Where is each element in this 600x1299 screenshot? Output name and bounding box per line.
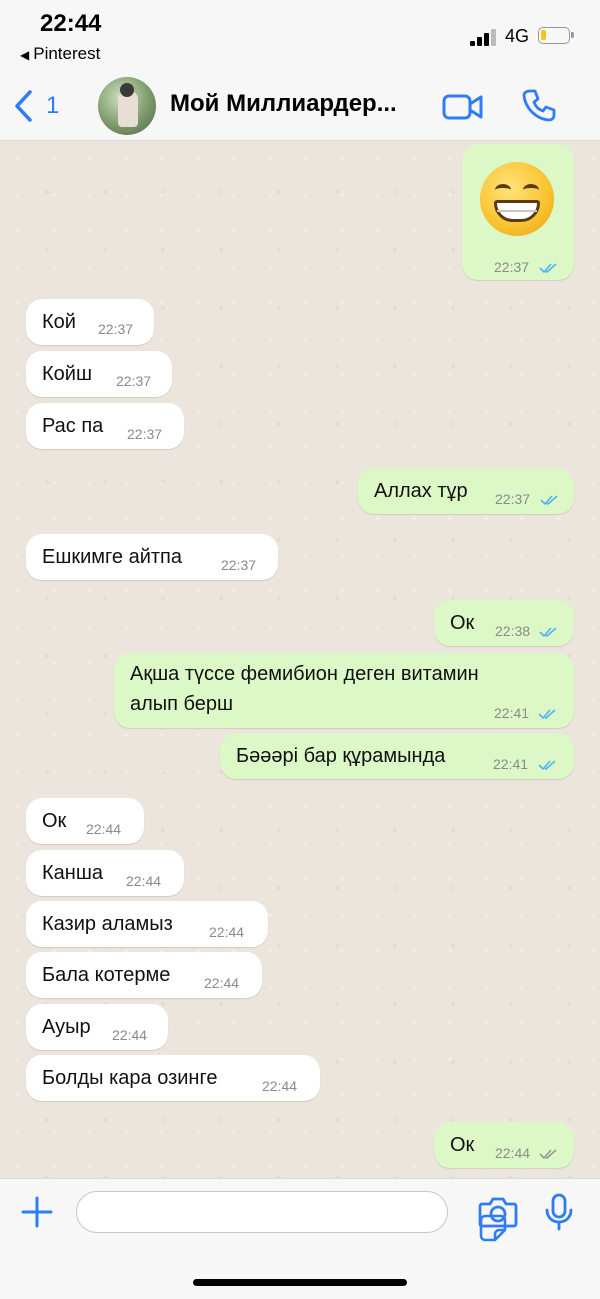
message-incoming[interactable]: Ок 22:44 [26, 798, 144, 844]
message-text: Аллах тұр [374, 480, 468, 502]
status-bar: 22:44 ◀ Pinterest 4G [0, 0, 600, 72]
message-text: Рас па [42, 415, 104, 437]
home-indicator[interactable] [193, 1279, 407, 1286]
message-incoming[interactable]: Канша 22:44 [26, 850, 184, 896]
message-time: 22:37 [98, 321, 134, 337]
contact-avatar[interactable] [98, 77, 156, 135]
message-outgoing[interactable]: Ок 22:38 [434, 600, 574, 646]
back-triangle-icon: ◀ [20, 48, 30, 62]
back-app-label: Pinterest [33, 44, 101, 63]
message-time: 22:44 [209, 924, 245, 940]
message-outgoing[interactable]: Аллах тұр 22:37 [358, 468, 574, 514]
message-incoming[interactable]: Кой 22:37 [26, 299, 154, 345]
message-incoming[interactable]: Болды кара озинге 22:44 [26, 1055, 320, 1101]
microphone-icon[interactable] [544, 1193, 574, 1231]
message-time: 22:44 [86, 821, 122, 837]
message-text: Бала котерме [42, 964, 171, 986]
message-incoming[interactable]: Ешкимге айтпа 22:37 [26, 534, 278, 580]
chevron-left-icon [15, 90, 32, 122]
message-text: Ешкимге айтпа [42, 546, 182, 568]
input-bar [0, 1178, 600, 1299]
video-call-icon[interactable] [442, 92, 484, 122]
grinning-face-icon [480, 162, 554, 236]
message-input[interactable] [76, 1191, 507, 1242]
message-incoming[interactable]: Казир аламыз 22:44 [26, 901, 268, 947]
message-time: 22:37 [127, 426, 163, 442]
message-time: 22:41 [494, 705, 530, 721]
message-outgoing[interactable]: Ақша түссе фемибион деген витамин алып б… [114, 653, 574, 728]
message-time: 22:41 [493, 756, 529, 772]
read-ticks-icon [538, 709, 556, 720]
back-button[interactable]: 1 [12, 86, 59, 126]
read-ticks-icon [538, 760, 556, 771]
message-time: 22:37 [116, 373, 152, 389]
read-ticks-icon [539, 263, 557, 274]
camera-icon[interactable] [478, 1195, 518, 1229]
message-time: 22:37 [494, 259, 530, 275]
message-text: Кой [42, 311, 76, 333]
message-text: Ок [42, 810, 67, 832]
message-text: Канша [42, 862, 103, 884]
contact-name[interactable]: Мой Миллиардер... [170, 90, 397, 118]
message-text: Болды кара озинге [42, 1067, 218, 1089]
signal-icon [470, 28, 498, 46]
message-time: 22:44 [495, 1145, 531, 1161]
message-text: Койш [42, 363, 92, 385]
message-time: 22:37 [495, 491, 531, 507]
message-text: Ауыр [42, 1016, 91, 1038]
message-time: 22:44 [204, 975, 240, 991]
phone-call-icon[interactable] [522, 88, 556, 122]
message-incoming[interactable]: Рас па 22:37 [26, 403, 184, 449]
message-outgoing[interactable]: 22:37 [462, 144, 574, 280]
plus-icon[interactable] [20, 1195, 54, 1229]
message-text: Ок [450, 1134, 475, 1156]
message-text: Бәәәрі бар құрамында [236, 745, 446, 767]
message-incoming[interactable]: Бала котерме 22:44 [26, 952, 262, 998]
read-ticks-icon [540, 495, 558, 506]
back-to-app-link[interactable]: ◀ Pinterest [20, 44, 100, 64]
message-text: Ок [450, 612, 475, 634]
message-outgoing[interactable]: Бәәәрі бар құрамында 22:41 [220, 733, 574, 779]
message-time: 22:44 [112, 1027, 148, 1043]
message-time: 22:38 [495, 623, 531, 639]
delivered-ticks-icon [539, 1149, 557, 1160]
message-text: Ақша түссе фемибион деген витамин [130, 663, 479, 685]
unread-count: 1 [46, 92, 60, 119]
network-label: 4G [505, 26, 530, 46]
message-time: 22:44 [262, 1078, 298, 1094]
read-ticks-icon [539, 627, 557, 638]
message-time: 22:37 [221, 557, 257, 573]
message-incoming[interactable]: Ауыр 22:44 [26, 1004, 168, 1050]
status-time: 22:44 [40, 10, 102, 37]
chat-messages[interactable]: 22:37 Кой 22:37 Койш 22:37 Рас па 22:37 … [0, 141, 600, 1178]
chat-header: 1 Мой Миллиардер... [0, 72, 600, 141]
message-text: Казир аламыз [42, 913, 173, 935]
message-time: 22:44 [126, 873, 162, 889]
message-text-line2: алып берш [130, 693, 234, 715]
battery-icon [538, 27, 574, 44]
message-outgoing[interactable]: Ок 22:44 [434, 1122, 574, 1168]
message-incoming[interactable]: Койш 22:37 [26, 351, 172, 397]
